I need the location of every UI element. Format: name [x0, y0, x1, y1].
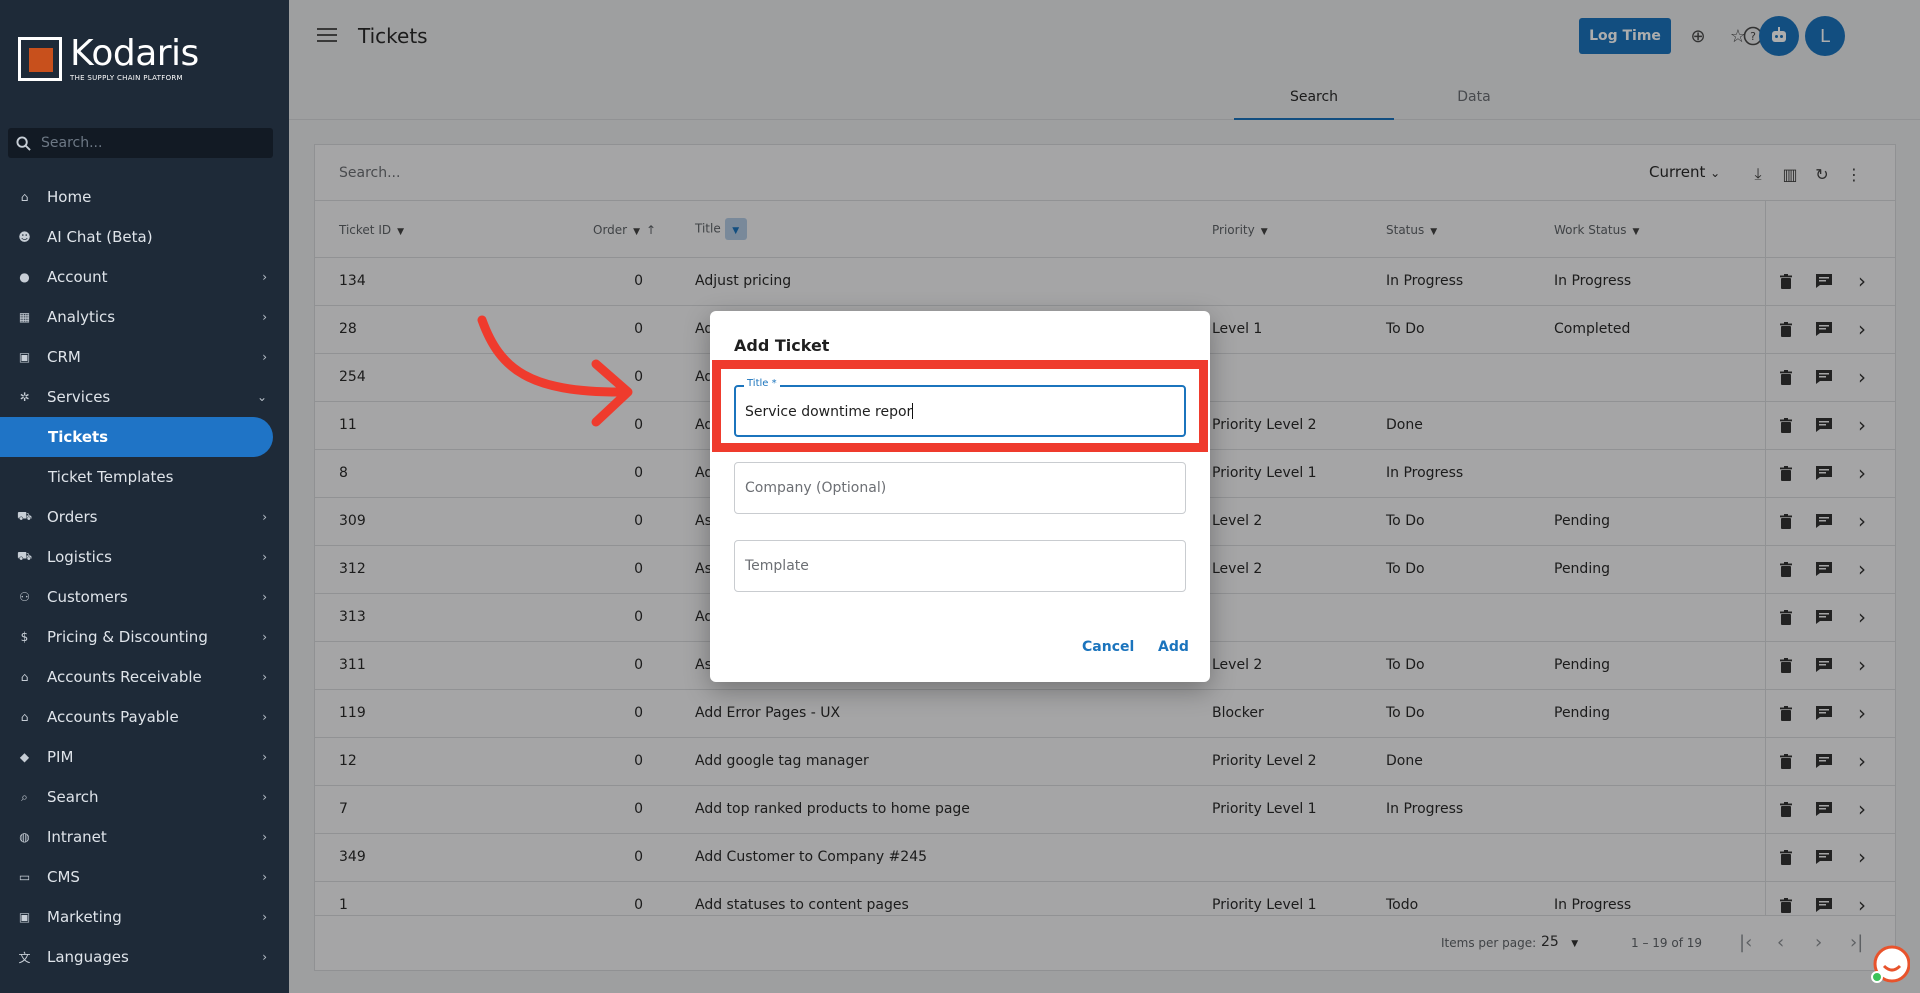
sidebar-item-label: Home	[47, 188, 92, 206]
sidebar-item-label: Tickets	[48, 428, 109, 446]
sidebar-item-services[interactable]: ✲ Services ⌄	[0, 377, 289, 417]
chevron-right-icon: ›	[262, 950, 267, 964]
chevron-right-icon: ›	[262, 670, 267, 684]
sidebar-search-placeholder: Search...	[41, 135, 103, 151]
chevron-right-icon: ›	[262, 270, 267, 284]
sidebar-item-ticket-templates[interactable]: Ticket Templates	[0, 457, 289, 497]
sidebar-item-cms[interactable]: ▭ CMS ›	[0, 857, 289, 897]
kodaris-logo[interactable]: Kodaris THE SUPPLY CHAIN PLATFORM	[18, 36, 199, 82]
sidebar-item-label: Customers	[47, 588, 128, 606]
sidebar-item-languages[interactable]: 文 Languages ›	[0, 937, 289, 977]
dollar-icon: $	[20, 630, 29, 644]
chevron-right-icon: ›	[262, 830, 267, 844]
sidebar-item-marketing[interactable]: ▣ Marketing ›	[0, 897, 289, 937]
annotation-highlight-box	[712, 360, 1208, 452]
sidebar-item-label: Ticket Templates	[48, 468, 174, 486]
chevron-right-icon: ›	[262, 350, 267, 364]
translate-icon: 文	[18, 950, 31, 965]
sidebar-item-home[interactable]: ⌂ Home	[0, 177, 289, 217]
tag-icon: ◆	[19, 750, 30, 764]
sidebar-item-accounts-receivable[interactable]: ⌂ Accounts Receivable ›	[0, 657, 289, 697]
chevron-right-icon: ›	[262, 310, 267, 324]
chevron-right-icon: ›	[262, 750, 267, 764]
sidebar-item-label: Intranet	[47, 828, 107, 846]
chevron-right-icon: ›	[262, 870, 267, 884]
sidebar-item-label: Languages	[47, 948, 129, 966]
sidebar-item-label: Accounts Receivable	[47, 668, 202, 686]
search-icon	[16, 135, 31, 151]
sidebar-search-input[interactable]: Search...	[8, 128, 273, 158]
sidebar-item-orders[interactable]: ⛟ Orders ›	[0, 497, 289, 537]
sidebar-item-label: Account	[47, 268, 108, 286]
sidebar-item-analytics[interactable]: ▦ Analytics ›	[0, 297, 289, 337]
sidebar-item-label: Orders	[47, 508, 98, 526]
chat-support-icon[interactable]	[1870, 944, 1910, 984]
chevron-right-icon: ›	[262, 630, 267, 644]
annotation-arrow	[477, 315, 633, 427]
logo-name: Kodaris	[70, 33, 199, 74]
sidebar-item-tickets[interactable]: Tickets	[0, 417, 273, 457]
logo-mark	[18, 37, 62, 81]
sidebar-item-logistics[interactable]: ⛟ Logistics ›	[0, 537, 289, 577]
truck-icon: ⛟	[16, 509, 33, 523]
sidebar-item-label: CRM	[47, 348, 81, 366]
company-input[interactable]: Company (Optional)	[734, 462, 1186, 514]
sidebar-item-label: Marketing	[47, 908, 122, 926]
sidebar-nav: ⌂ Home ☻ AI Chat (Beta) ● Account › ▦ Analytics ›…	[0, 177, 289, 977]
sidebar-item-search[interactable]: ⌕ Search ›	[0, 777, 289, 817]
user-icon: ●	[19, 270, 30, 284]
logo-tagline: THE SUPPLY CHAIN PLATFORM	[70, 74, 183, 82]
sidebar-item-pricing-discounting[interactable]: $ Pricing & Discounting ›	[0, 617, 289, 657]
logistics-icon: ⛟	[16, 549, 33, 563]
sidebar-item-label: Logistics	[47, 548, 112, 566]
customers-icon: ⚇	[19, 590, 30, 604]
marketing-icon: ▣	[18, 910, 31, 924]
chevron-down-icon: ⌄	[256, 390, 267, 404]
bank-icon: ⌂	[20, 710, 29, 724]
gears-icon: ✲	[19, 390, 30, 404]
sidebar-item-intranet[interactable]: ◍ Intranet ›	[0, 817, 289, 857]
add-button[interactable]: Add	[1158, 639, 1189, 655]
chevron-right-icon: ›	[262, 550, 267, 564]
sidebar-item-customers[interactable]: ⚇ Customers ›	[0, 577, 289, 617]
crm-icon: ▣	[18, 350, 31, 364]
home-icon: ⌂	[20, 190, 29, 204]
sidebar-item-label: AI Chat (Beta)	[47, 228, 153, 246]
cms-icon: ▭	[18, 870, 31, 884]
chevron-right-icon: ›	[262, 790, 267, 804]
sidebar-item-label: Search	[47, 788, 99, 806]
sidebar: Kodaris THE SUPPLY CHAIN PLATFORM Search…	[0, 0, 289, 993]
sidebar-item-label: Pricing & Discounting	[47, 628, 208, 646]
globe-icon: ◍	[19, 830, 30, 844]
bank-icon: ⌂	[20, 670, 29, 684]
search-icon: ⌕	[21, 789, 28, 804]
sidebar-item-label: CMS	[47, 868, 80, 886]
sidebar-item-label: Analytics	[47, 308, 116, 326]
sidebar-item-label: Services	[47, 388, 111, 406]
sidebar-item-label: PIM	[47, 748, 74, 766]
dialog-title: Add Ticket	[734, 336, 830, 355]
sidebar-item-ai-chat-beta[interactable]: ☻ AI Chat (Beta)	[0, 217, 289, 257]
sidebar-item-account[interactable]: ● Account ›	[0, 257, 289, 297]
analytics-icon: ▦	[18, 310, 31, 324]
sidebar-item-accounts-payable[interactable]: ⌂ Accounts Payable ›	[0, 697, 289, 737]
cancel-button[interactable]: Cancel	[1082, 639, 1134, 655]
chevron-right-icon: ›	[262, 910, 267, 924]
template-input[interactable]: Template	[734, 540, 1186, 592]
company-input-placeholder: Company (Optional)	[745, 480, 887, 496]
chevron-right-icon: ›	[262, 510, 267, 524]
robot-icon: ☻	[18, 230, 31, 244]
chevron-right-icon: ›	[262, 590, 267, 604]
sidebar-item-label: Accounts Payable	[47, 708, 179, 726]
chevron-right-icon: ›	[262, 710, 267, 724]
sidebar-item-crm[interactable]: ▣ CRM ›	[0, 337, 289, 377]
sidebar-item-pim[interactable]: ◆ PIM ›	[0, 737, 289, 777]
template-input-placeholder: Template	[745, 558, 809, 574]
